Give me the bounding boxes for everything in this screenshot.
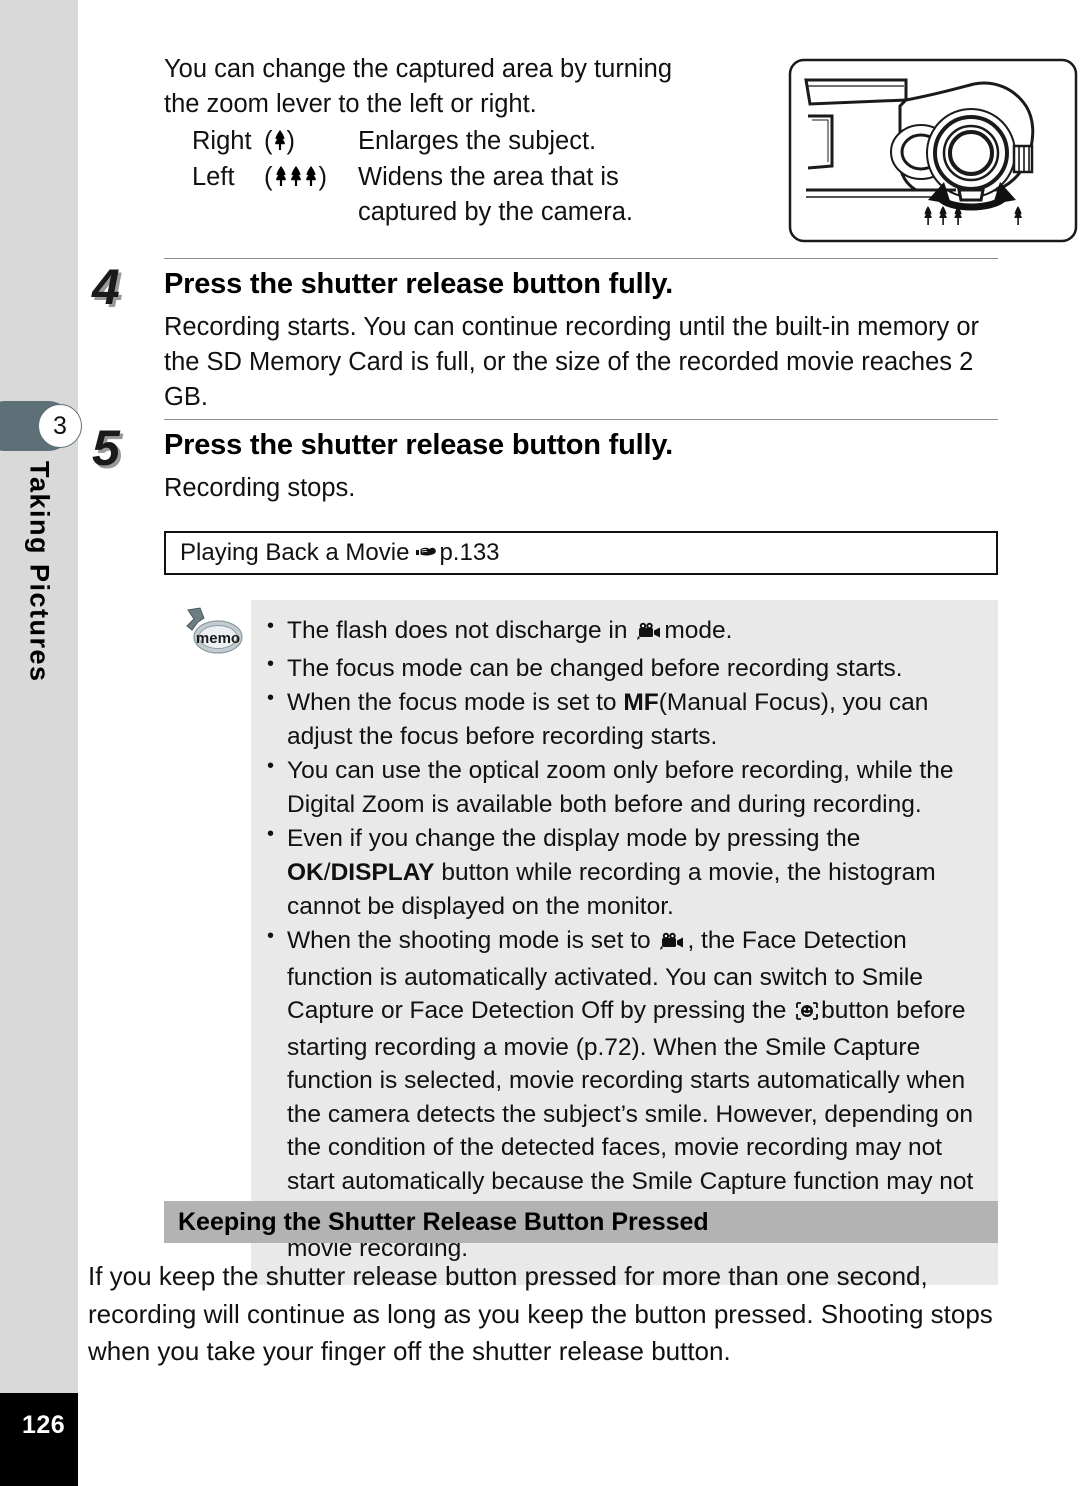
step-number: 5 <box>92 420 120 476</box>
chapter-title-label: Taking Pictures <box>24 461 55 683</box>
chapter-sidebar: 3 Taking Pictures 126 <box>0 0 82 1486</box>
paren-close: ) <box>318 163 328 192</box>
step-body-text: Recording stops. <box>164 474 356 502</box>
intro-block: You can change the captured area by turn… <box>164 52 684 229</box>
subsection-body-text: If you keep the shutter release button p… <box>88 1261 993 1367</box>
zoom-right-desc: Enlarges the subject. <box>358 126 597 155</box>
zoom-left-desc: Widens the area that is captured by the … <box>358 163 633 226</box>
ok-button-label: OK <box>287 858 324 886</box>
zoom-direction-table: Right () Enlarges the subject. Left ( ) <box>192 124 684 229</box>
step-body: Recording stops. <box>164 471 994 506</box>
chapter-number-badge: 3 <box>38 404 82 448</box>
step-rule <box>164 258 998 259</box>
reference-label: Playing Back a Movie <box>180 539 410 566</box>
list-item: Even if you change the display mode by p… <box>261 821 988 923</box>
memo-icon: memo <box>184 606 246 660</box>
zoom-direction-right: Right <box>192 126 252 155</box>
subsection-body: If you keep the shutter release button p… <box>88 1258 998 1371</box>
memo-bullet-list: The flash does not discharge in mode. Th… <box>261 613 988 1266</box>
table-row: Right () Enlarges the subject. <box>192 124 684 160</box>
step-heading: Press the shutter release button fully. <box>164 268 673 300</box>
table-row: Left ( ) Widens the area that is capture… <box>192 160 684 229</box>
svg-text:memo: memo <box>196 630 240 647</box>
step-body: Recording starts. You can continue recor… <box>164 310 994 416</box>
tele-tree-icon <box>273 126 287 160</box>
paren-open: ( <box>264 126 273 155</box>
movie-mode-icon <box>659 927 685 961</box>
step-number: 4 <box>92 259 120 315</box>
step-rule <box>164 419 998 420</box>
slash-separator: / <box>323 858 331 886</box>
camera-top-zoom-lever-diagram <box>788 58 1078 243</box>
tele-tree-icon-cell: () <box>264 124 352 160</box>
subsection-heading: Keeping the Shutter Release Button Press… <box>164 1201 998 1243</box>
memo-box: The flash does not discharge in mode. Th… <box>251 600 998 1285</box>
pointing-hand-icon <box>415 542 437 565</box>
display-button-label: DISPLAY <box>330 858 435 886</box>
list-item: When the focus mode is set to MF(Manual … <box>261 685 988 753</box>
chapter-title-vertical: Taking Pictures <box>0 455 78 875</box>
memo-text: When the shooting mode is set to <box>287 927 651 955</box>
list-item: The flash does not discharge in mode. <box>261 613 988 651</box>
memo-text: The flash does not discharge in <box>287 617 628 644</box>
face-detection-button-icon <box>795 997 819 1031</box>
wide-tree-icon-cell: ( ) <box>264 160 352 229</box>
step-body-text: Recording starts. You can continue recor… <box>164 313 980 412</box>
step-heading: Press the shutter release button fully. <box>164 429 673 461</box>
paren-open: ( <box>264 163 273 192</box>
memo-text: Even if you change the display mode by p… <box>287 825 861 853</box>
wide-tree-icon <box>273 162 319 196</box>
page-number: 126 <box>0 1393 78 1486</box>
reference-page: p.133 <box>439 539 500 566</box>
movie-mode-icon <box>636 617 662 651</box>
memo-text: The focus mode can be changed before rec… <box>287 654 903 682</box>
memo-text: When the focus mode is set to <box>287 689 617 717</box>
mf-label: MF <box>623 689 659 717</box>
list-item: You can use the optical zoom only before… <box>261 753 988 821</box>
intro-paragraph: You can change the captured area by turn… <box>164 55 673 118</box>
reference-box[interactable]: Playing Back a Movie p.133 <box>164 531 998 575</box>
memo-text: mode. <box>664 617 733 644</box>
paren-close: ) <box>286 126 296 155</box>
list-item: The focus mode can be changed before rec… <box>261 651 988 686</box>
memo-text: You can use the optical zoom only before… <box>287 757 954 818</box>
zoom-direction-left: Left <box>192 163 235 192</box>
